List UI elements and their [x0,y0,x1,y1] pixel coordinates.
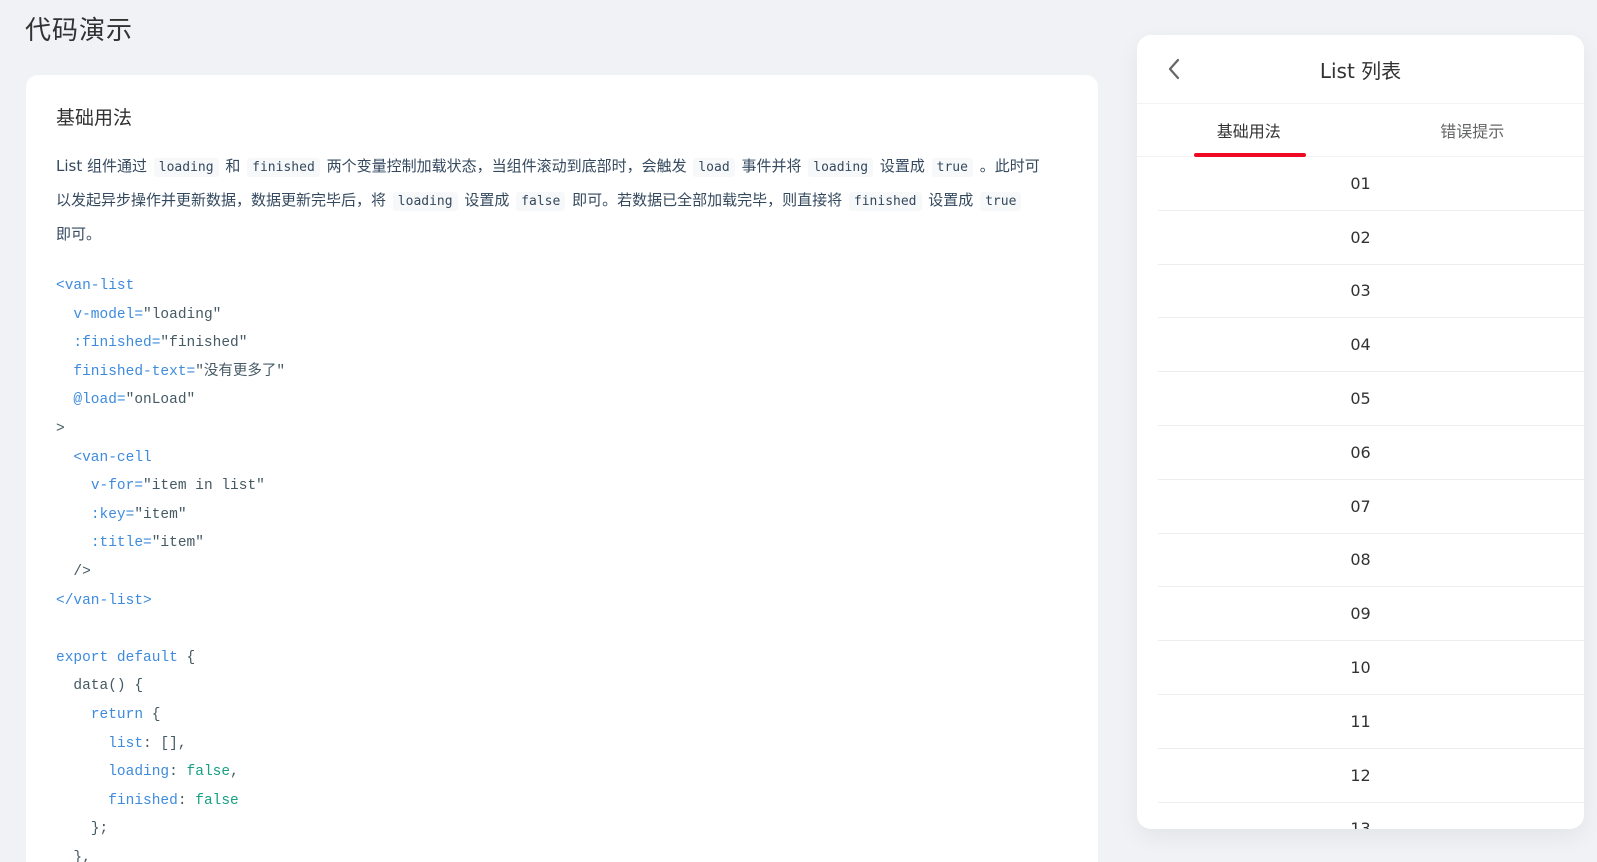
list-item[interactable]: 01 [1158,157,1584,211]
code-attr: v-for= [90,478,144,495]
code-attr: v-model= [73,306,144,323]
code-punct: > [56,420,65,437]
code-attr: :key= [90,506,135,523]
code-punct: { [151,706,161,723]
code-string: "finished" [160,335,248,352]
page-title: 代码演示 [25,16,134,46]
code-tag: <van-cell [73,449,152,466]
list-item[interactable]: 09 [1158,587,1584,642]
list-item[interactable]: 04 [1158,318,1584,373]
code-text: data() { [73,678,144,695]
mobile-preview: List 列表 基础用法 错误提示 01 02 03 04 05 06 07 0… [1137,35,1584,829]
code-tag: <van-list [56,278,135,294]
code-attr: @load= [73,392,126,409]
desc-text: 和 [225,157,241,175]
tab-error-tip[interactable]: 错误提示 [1361,104,1585,156]
inline-code: loading [808,158,874,177]
list-item[interactable]: 13 [1158,803,1584,829]
desc-text: 即可。 [56,225,102,243]
code-string: "item" [134,506,187,523]
tabs: 基础用法 错误提示 [1137,104,1584,157]
code-prop: list [108,735,144,752]
inline-code: loading [392,192,458,211]
tab-label: 错误提示 [1440,122,1505,141]
code-keyword: export default [56,649,178,666]
desc-text: 设置成 [464,191,510,209]
code-punct: : [169,764,178,781]
code-prop: loading [108,764,170,781]
inline-code: false [516,192,566,211]
nav-title: List 列表 [1319,58,1402,83]
code-value: false [186,764,231,781]
code-punct: }; [90,821,109,838]
code-attr: :finished= [73,335,161,352]
code-block: <van-list v-model="loading" :finished="f… [56,272,1068,862]
inline-code: true [931,158,973,177]
code-punct: : [], [143,735,187,752]
desc-text: 设置成 [928,191,974,209]
list-item[interactable]: 10 [1158,641,1584,695]
tab-active-indicator [1194,153,1306,157]
desc-text: 两个变量控制加载状态，当组件滚动到底部时，会触发 [326,157,687,175]
desc-text: 事件并将 [741,157,802,175]
code-attr: finished-text= [73,363,196,380]
code-string: "loading" [143,306,222,323]
inline-code: finished [848,192,922,211]
inline-code: true [980,192,1022,211]
code-attr: :title= [90,535,152,552]
inline-code: finished [247,158,320,177]
list-item[interactable]: 06 [1158,426,1584,480]
list-item[interactable]: 08 [1158,534,1584,588]
code-string: "item" [151,535,204,552]
code-value: false [195,792,239,809]
list-item[interactable]: 02 [1158,211,1584,265]
list[interactable]: 01 02 03 04 05 06 07 08 09 10 11 12 13 [1137,157,1584,829]
desc-text: List 组件通过 [56,157,147,175]
code-string: "没有更多了" [195,363,286,380]
section-title: 基础用法 [56,107,133,129]
code-punct: { [186,649,196,666]
inline-code: loading [153,158,219,177]
chevron-left-icon[interactable] [1163,57,1187,81]
code-punct: : [177,792,187,809]
list-item[interactable]: 05 [1158,372,1584,426]
description: List 组件通过 loading 和 finished 两个变量控制加载状态，… [56,150,1041,250]
tab-label: 基础用法 [1216,122,1281,141]
inline-code: load [693,158,735,177]
list-item[interactable]: 11 [1158,695,1584,749]
code-keyword: return [90,706,144,723]
doc-card: 基础用法 List 组件通过 loading 和 finished 两个变量控制… [26,75,1098,862]
code-prop: finished [108,792,178,809]
code-punct: , [230,764,239,781]
code-tag: </van-list> [56,592,152,609]
code-punct: }, [73,849,91,862]
list-item[interactable]: 12 [1158,749,1584,803]
code-punct: /> [73,563,91,580]
tab-basic-usage[interactable]: 基础用法 [1137,104,1361,156]
desc-text: 设置成 [879,157,925,175]
nav-bar: List 列表 [1137,35,1584,104]
list-item[interactable]: 07 [1158,480,1584,534]
list-item[interactable]: 03 [1158,265,1584,319]
code-string: "item in list" [143,478,265,495]
desc-text: 即可。若数据已全部加载完毕，则直接将 [572,191,843,209]
code-string: "onLoad" [125,392,196,409]
